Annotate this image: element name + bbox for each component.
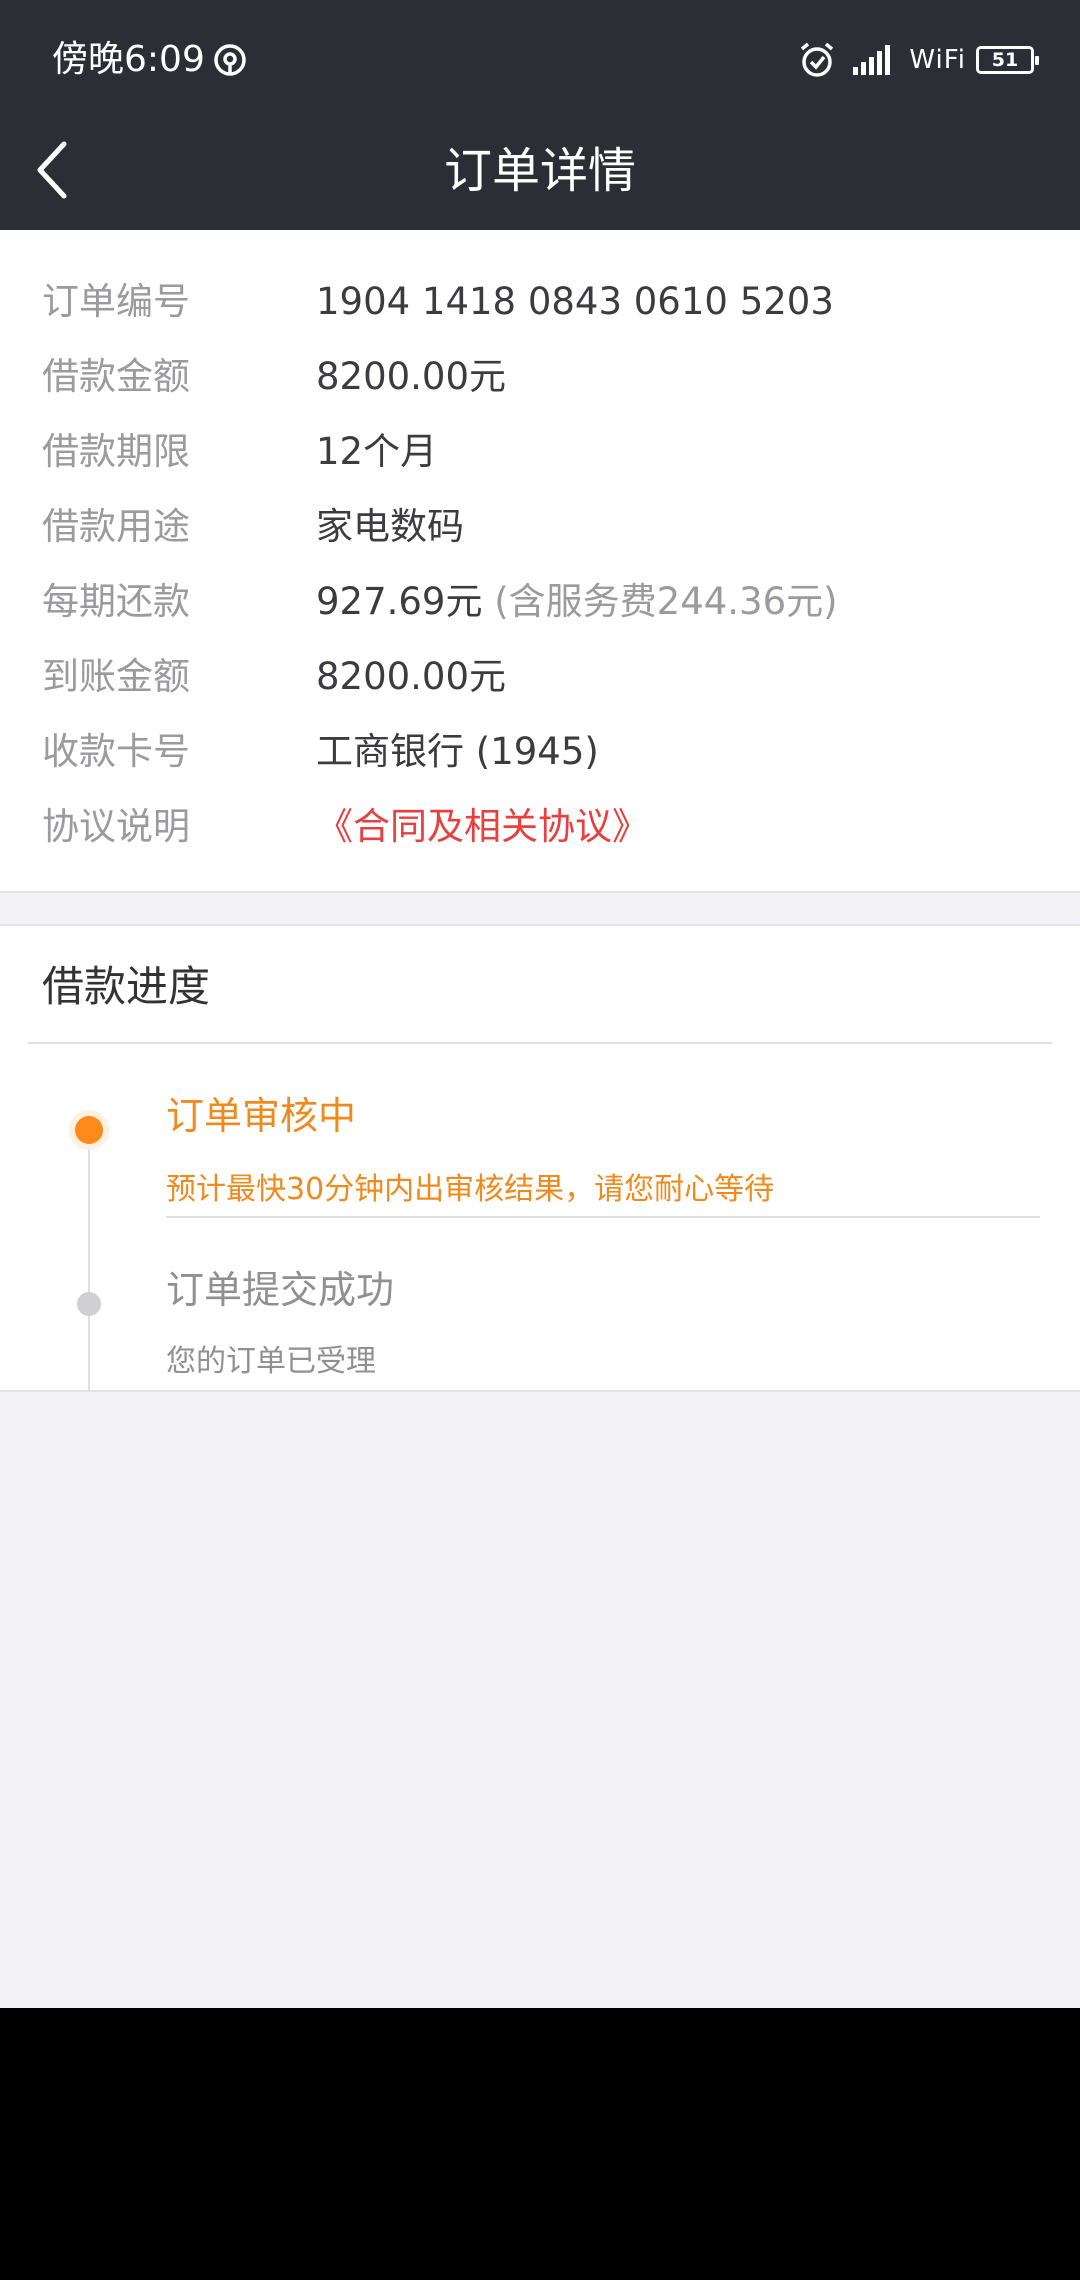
alarm-icon <box>801 42 834 77</box>
battery-icon: 51 <box>976 46 1039 74</box>
info-row-loan-term: 借款期限 12个月 <box>0 414 1080 489</box>
loan-purpose-value: 家电数码 <box>316 505 464 548</box>
status-time: 傍晚6:09 <box>52 39 205 80</box>
step-desc-reviewing: 预计最快30分钟内出审核结果，请您耐心等待 <box>166 1172 775 1207</box>
timeline-line <box>88 1130 90 1392</box>
info-row-loan-amount: 借款金额 8200.00元 <box>0 339 1080 414</box>
step-title-submitted: 订单提交成功 <box>166 1268 395 1312</box>
info-row-bank-card: 收款卡号 工商银行 (1945) <box>0 714 1080 789</box>
divider <box>166 1216 1040 1218</box>
hotspot-icon <box>214 44 246 76</box>
info-label: 收款卡号 <box>42 730 190 773</box>
info-label: 借款用途 <box>42 505 190 548</box>
installment-value: 927.69元 (含服务费244.36元) <box>316 564 838 639</box>
received-amount-value: 8200.00元 <box>316 655 507 698</box>
info-label: 每期还款 <box>42 580 190 623</box>
divider <box>28 1042 1052 1044</box>
step-title-reviewing: 订单审核中 <box>166 1094 357 1138</box>
service-fee-note: (含服务费244.36元) <box>482 580 838 623</box>
bank-card-value: 工商银行 (1945) <box>316 730 599 773</box>
info-row-order-number: 订单编号 1904 1418 0843 0610 5203 <box>0 264 1080 339</box>
order-number-value: 1904 1418 0843 0610 5203 <box>316 280 834 323</box>
wifi-label: WiFi <box>909 45 966 75</box>
info-row-agreement: 协议说明 《合同及相关协议》 <box>0 789 1080 864</box>
installment-amount: 927.69元 <box>316 580 483 623</box>
info-label: 借款期限 <box>42 430 190 473</box>
info-row-loan-purpose: 借款用途 家电数码 <box>0 489 1080 564</box>
loan-term-value: 12个月 <box>316 430 438 473</box>
top-bar: 傍晚6:09 WiFi 51 订单详情 <box>0 0 1080 230</box>
order-detail-screen: 傍晚6:09 WiFi 51 订单详情 订单编号 1904 1418 0843 … <box>0 0 1080 2008</box>
info-label: 到账金额 <box>42 655 190 698</box>
info-label: 协议说明 <box>42 805 190 848</box>
info-row-received-amount: 到账金额 8200.00元 <box>0 639 1080 714</box>
order-info-card: 订单编号 1904 1418 0843 0610 5203 借款金额 8200.… <box>0 230 1080 893</box>
agreement-link[interactable]: 《合同及相关协议》 <box>316 789 649 864</box>
info-row-installment: 每期还款 927.69元 (含服务费244.36元) <box>0 564 1080 639</box>
status-icons: WiFi 51 <box>797 36 1039 84</box>
signal-icon <box>853 45 891 75</box>
battery-level: 51 <box>991 49 1019 71</box>
loan-progress-card: 借款进度 订单审核中 预计最快30分钟内出审核结果，请您耐心等待 订单提交成功 … <box>0 924 1080 1392</box>
step-desc-submitted: 您的订单已受理 <box>166 1344 376 1379</box>
progress-title: 借款进度 <box>42 962 211 1011</box>
info-label: 订单编号 <box>42 280 190 323</box>
loan-amount-value: 8200.00元 <box>316 355 507 398</box>
timeline-dot-active <box>69 1110 109 1150</box>
timeline-dot-done <box>77 1292 101 1316</box>
info-label: 借款金额 <box>42 355 190 398</box>
page-title: 订单详情 <box>443 143 636 199</box>
